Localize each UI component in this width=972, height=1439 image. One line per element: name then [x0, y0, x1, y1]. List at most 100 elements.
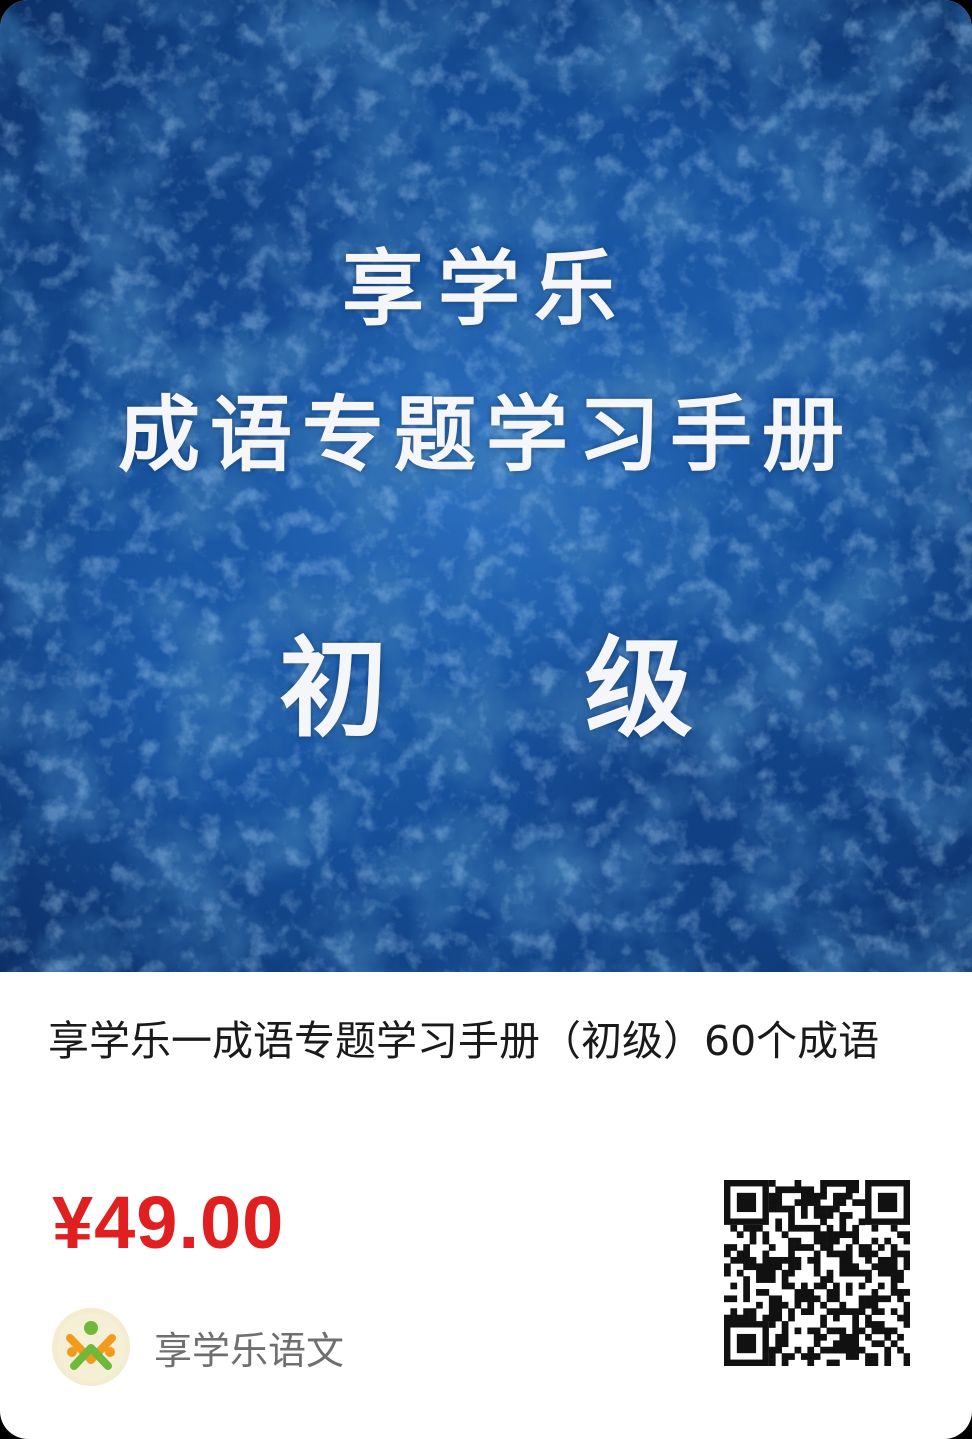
- qr-module: [877, 1244, 885, 1251]
- qr-module: [807, 1346, 815, 1354]
- qr-module: [820, 1321, 827, 1328]
- qr-module: [826, 1327, 834, 1335]
- qr-module: [826, 1180, 834, 1187]
- qr-module: [890, 1256, 898, 1264]
- qr-module: [903, 1301, 910, 1309]
- qr-module: [794, 1263, 802, 1271]
- qr-module: [813, 1333, 821, 1341]
- qr-module: [826, 1237, 834, 1245]
- qr-module: [833, 1180, 840, 1187]
- qr-module: [768, 1192, 776, 1200]
- qr-module: [794, 1346, 802, 1354]
- qr-module: [775, 1186, 783, 1194]
- qr-module: [897, 1289, 904, 1296]
- qr-module: [839, 1231, 847, 1239]
- qr-module: [788, 1250, 795, 1258]
- qr-module: [845, 1244, 853, 1251]
- qr-module: [858, 1250, 866, 1258]
- qr-module: [813, 1256, 821, 1264]
- qr-module: [794, 1244, 802, 1251]
- qr-module: [897, 1333, 904, 1341]
- qr-module: [800, 1308, 808, 1315]
- qr-module: [775, 1314, 783, 1322]
- qr-module: [852, 1237, 859, 1245]
- qr-module: [775, 1346, 783, 1354]
- qr-module: [813, 1199, 821, 1206]
- qr-module: [788, 1308, 795, 1315]
- qr-module: [813, 1282, 821, 1290]
- qr-module: [903, 1353, 910, 1360]
- store-info[interactable]: 享学乐语文: [52, 1308, 344, 1386]
- qr-module: [826, 1295, 834, 1303]
- qr-module: [820, 1231, 827, 1239]
- qr-module: [762, 1289, 770, 1296]
- qr-module: [845, 1340, 853, 1348]
- qr-module: [858, 1269, 866, 1277]
- qr-module: [813, 1237, 821, 1245]
- qr-module: [724, 1314, 731, 1322]
- qr-module: [768, 1263, 776, 1271]
- qr-module: [839, 1224, 847, 1232]
- qr-module: [743, 1244, 750, 1251]
- qr-module: [820, 1205, 827, 1213]
- qr-module: [858, 1295, 866, 1303]
- qr-module: [807, 1256, 815, 1264]
- qr-module: [813, 1192, 821, 1200]
- qr-module: [884, 1263, 892, 1271]
- qr-module: [781, 1256, 789, 1264]
- qr-module: [833, 1314, 840, 1322]
- qr-module: [730, 1244, 738, 1251]
- qr-module: [833, 1295, 840, 1303]
- qr-module: [865, 1250, 872, 1258]
- qr-module: [775, 1263, 783, 1271]
- qr-module: [800, 1289, 808, 1296]
- qr-module: [826, 1212, 834, 1219]
- qr-module: [788, 1282, 795, 1290]
- qr-module: [788, 1263, 795, 1271]
- qr-module: [833, 1340, 840, 1348]
- qr-module: [730, 1295, 738, 1303]
- qr-module: [768, 1308, 776, 1315]
- qr-module: [781, 1186, 789, 1194]
- qr-code-icon[interactable]: [724, 1180, 910, 1366]
- qr-module: [813, 1263, 821, 1271]
- qr-module: [775, 1308, 783, 1315]
- qr-module: [884, 1269, 892, 1277]
- qr-module: [800, 1212, 808, 1219]
- qr-module: [877, 1282, 885, 1290]
- store-name[interactable]: 享学乐语文: [154, 1320, 344, 1375]
- qr-module: [833, 1327, 840, 1335]
- qr-module: [807, 1327, 815, 1335]
- qr-module: [877, 1308, 885, 1315]
- qr-module: [845, 1269, 853, 1277]
- qr-module: [858, 1244, 866, 1251]
- qr-module: [820, 1314, 827, 1322]
- qr-module: [749, 1231, 757, 1239]
- qr-module: [813, 1231, 821, 1239]
- qr-module: [884, 1333, 892, 1341]
- qr-module: [781, 1269, 789, 1277]
- store-logo-graphic: [57, 1313, 125, 1381]
- qr-module: [884, 1256, 892, 1264]
- qr-module: [877, 1295, 885, 1303]
- qr-module: [826, 1231, 834, 1239]
- qr-module: [820, 1212, 827, 1219]
- qr-module: [800, 1199, 808, 1206]
- qr-module: [845, 1289, 853, 1296]
- qr-module: [788, 1353, 795, 1360]
- qr-module: [794, 1186, 802, 1194]
- qr-module: [800, 1224, 808, 1232]
- qr-module: [845, 1180, 853, 1187]
- qr-module: [820, 1192, 827, 1200]
- product-title[interactable]: 享学乐一成语专题学习手册（初级）60个成语: [48, 1012, 928, 1070]
- qr-module: [788, 1212, 795, 1219]
- store-logo-icon[interactable]: [52, 1308, 130, 1386]
- qr-module: [903, 1321, 910, 1328]
- product-share-card[interactable]: 享学乐 成语专题学习手册 初 级 享学乐一成语专题学习手册（初级）60个成语 ¥…: [0, 0, 972, 1439]
- qr-module: [788, 1256, 795, 1264]
- qr-module: [768, 1269, 776, 1277]
- qr-module: [800, 1205, 808, 1213]
- qr-module: [775, 1218, 783, 1226]
- qr-module: [768, 1244, 776, 1251]
- qr-module: [794, 1180, 802, 1187]
